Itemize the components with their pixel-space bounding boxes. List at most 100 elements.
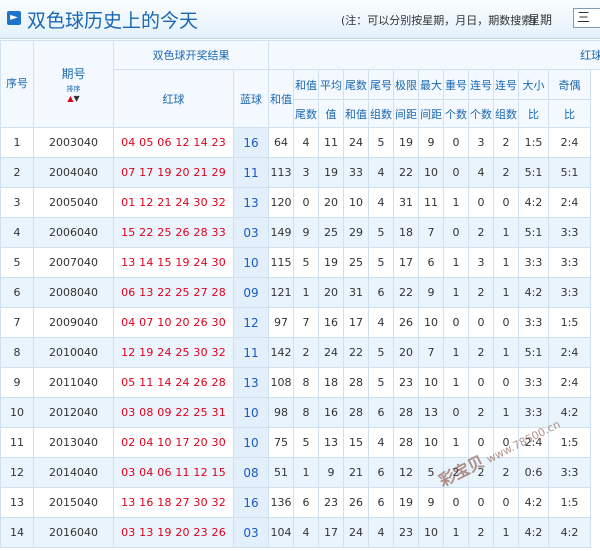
row-stat: 0 [443,487,469,518]
row-blue-ball: 13 [233,367,269,398]
row-stat: 6 [368,277,394,308]
row-sum: 121 [268,277,294,308]
row-issue: 2004040 [33,157,114,188]
row-issue: 2003040 [33,127,114,158]
row-stat: 8 [293,397,319,428]
row-stat: 9 [293,217,319,248]
row-issue: 2008040 [33,277,114,308]
row-stat: 1 [293,277,319,308]
row-stat: 13 [418,397,444,428]
row-seq: 13 [0,487,34,518]
row-blue-ball: 10 [233,247,269,278]
row-issue: 2006040 [33,217,114,248]
row-stat: 3 [468,247,494,278]
row-stat: 4:2 [518,277,549,308]
table-row: 8 2010040 12 19 24 25 30 32 11 142 2 24 22 5 20 7 1… [0,337,600,368]
row-stat: 5:1 [518,337,549,368]
sub-header-bottom: 个数 [468,99,494,128]
weekday-select[interactable]: 三 [573,8,600,28]
arrow-right-icon: ► [7,11,21,25]
group-red-analysis-header: 红球 [267,40,600,70]
row-seq: 4 [0,217,34,248]
row-stat: 22 [393,277,419,308]
table-row: 1 2003040 04 05 06 12 14 23 16 64 4 11 24 5 19 9 0 3… [0,127,600,158]
row-stat: 1 [493,277,519,308]
sub-header-top: 平均 [318,69,344,100]
row-red-balls: 02 04 10 17 20 30 [113,427,234,458]
row-stat: 0 [493,187,519,218]
row-issue: 2012040 [33,397,114,428]
row-stat: 20 [318,277,344,308]
row-stat: 1 [493,337,519,368]
row-stat: 5:1 [518,217,549,248]
row-stat: 1 [293,457,319,488]
table-row: 13 2015040 13 16 18 27 30 32 16 136 6 23 26 6 19 9… [0,487,600,518]
row-red-balls: 12 19 24 25 30 32 [113,337,234,368]
row-issue: 2015040 [33,487,114,518]
row-blue-ball: 13 [233,187,269,218]
row-stat: 3:3 [518,367,549,398]
row-sum: 120 [268,187,294,218]
search-hint: (注：可以分别按星期，月日，期数搜索) [341,14,537,27]
row-blue-ball: 03 [233,517,269,548]
row-stat: 6 [368,487,394,518]
row-seq: 6 [0,277,34,308]
row-stat: 0 [443,307,469,338]
table-row: 5 2007040 13 14 15 19 24 30 10 115 5 19 25 5 17 6 1… [0,247,600,278]
row-sum: 113 [268,157,294,188]
group-result-header: 双色球开奖结果 [113,40,269,70]
row-seq: 1 [0,127,34,158]
row-stat: 6 [368,457,394,488]
row-red-balls: 15 22 25 26 28 33 [113,217,234,248]
row-stat: 7 [418,217,444,248]
row-issue: 2009040 [33,307,114,338]
col-issue-header: 期号 排序 ▲▼ [33,40,114,128]
sub-header-bottom: 尾数 [293,99,319,128]
table-row: 4 2006040 15 22 25 26 28 33 03 149 9 25 29 5 18 7 0… [0,217,600,248]
row-stat: 2:4 [548,187,591,218]
row-stat: 6 [418,247,444,278]
row-stat: 19 [393,487,419,518]
row-red-balls: 04 05 06 12 14 23 [113,127,234,158]
row-blue-ball: 10 [233,397,269,428]
row-stat: 4:2 [518,187,549,218]
row-stat: 22 [393,157,419,188]
sub-header-bottom: 比 [518,99,549,128]
table-row: 12 2014040 03 04 06 11 12 15 08 51 1 9 21 6 12 5 2 2… [0,457,600,488]
row-blue-ball: 08 [233,457,269,488]
row-stat: 11 [418,187,444,218]
row-stat: 28 [343,397,369,428]
row-stat: 6 [368,397,394,428]
title-bar: ► 双色球历史上的今天 (注：可以分别按星期，月日，期数搜索) 星期 三 [0,0,600,39]
row-stat: 1 [443,187,469,218]
row-stat: 4 [368,427,394,458]
row-stat: 15 [343,427,369,458]
sub-header-bottom: 比 [548,99,591,128]
row-stat: 0 [443,217,469,248]
row-stat: 3:3 [548,277,591,308]
row-stat: 4 [293,517,319,548]
sort-down-icon[interactable]: ▼ [74,94,80,103]
row-stat: 0 [493,487,519,518]
row-stat: 4:2 [518,517,549,548]
row-sum: 97 [268,307,294,338]
row-issue: 2010040 [33,337,114,368]
row-stat: 18 [393,217,419,248]
row-stat: 29 [343,217,369,248]
row-blue-ball: 09 [233,277,269,308]
row-stat: 0:6 [518,457,549,488]
red-analysis-label: 红球 [580,49,600,62]
results-table: 序号 期号 排序 ▲▼ 双色球开奖结果 红球 红球 蓝球 和值 和值 平均 尾数… [0,40,600,548]
row-issue: 2014040 [33,457,114,488]
row-red-balls: 03 04 06 11 12 15 [113,457,234,488]
sort-toggle[interactable]: 排序 ▲▼ [35,84,113,103]
row-stat: 2 [468,517,494,548]
sub-header-bottom: 间距 [393,99,419,128]
row-stat: 6 [293,487,319,518]
row-stat: 23 [393,367,419,398]
sub-header-bottom: 个数 [443,99,469,128]
row-stat: 21 [343,457,369,488]
sub-header-bottom: 间距 [418,99,444,128]
row-stat: 3 [468,127,494,158]
sub-header-top: 极限 [393,69,419,100]
